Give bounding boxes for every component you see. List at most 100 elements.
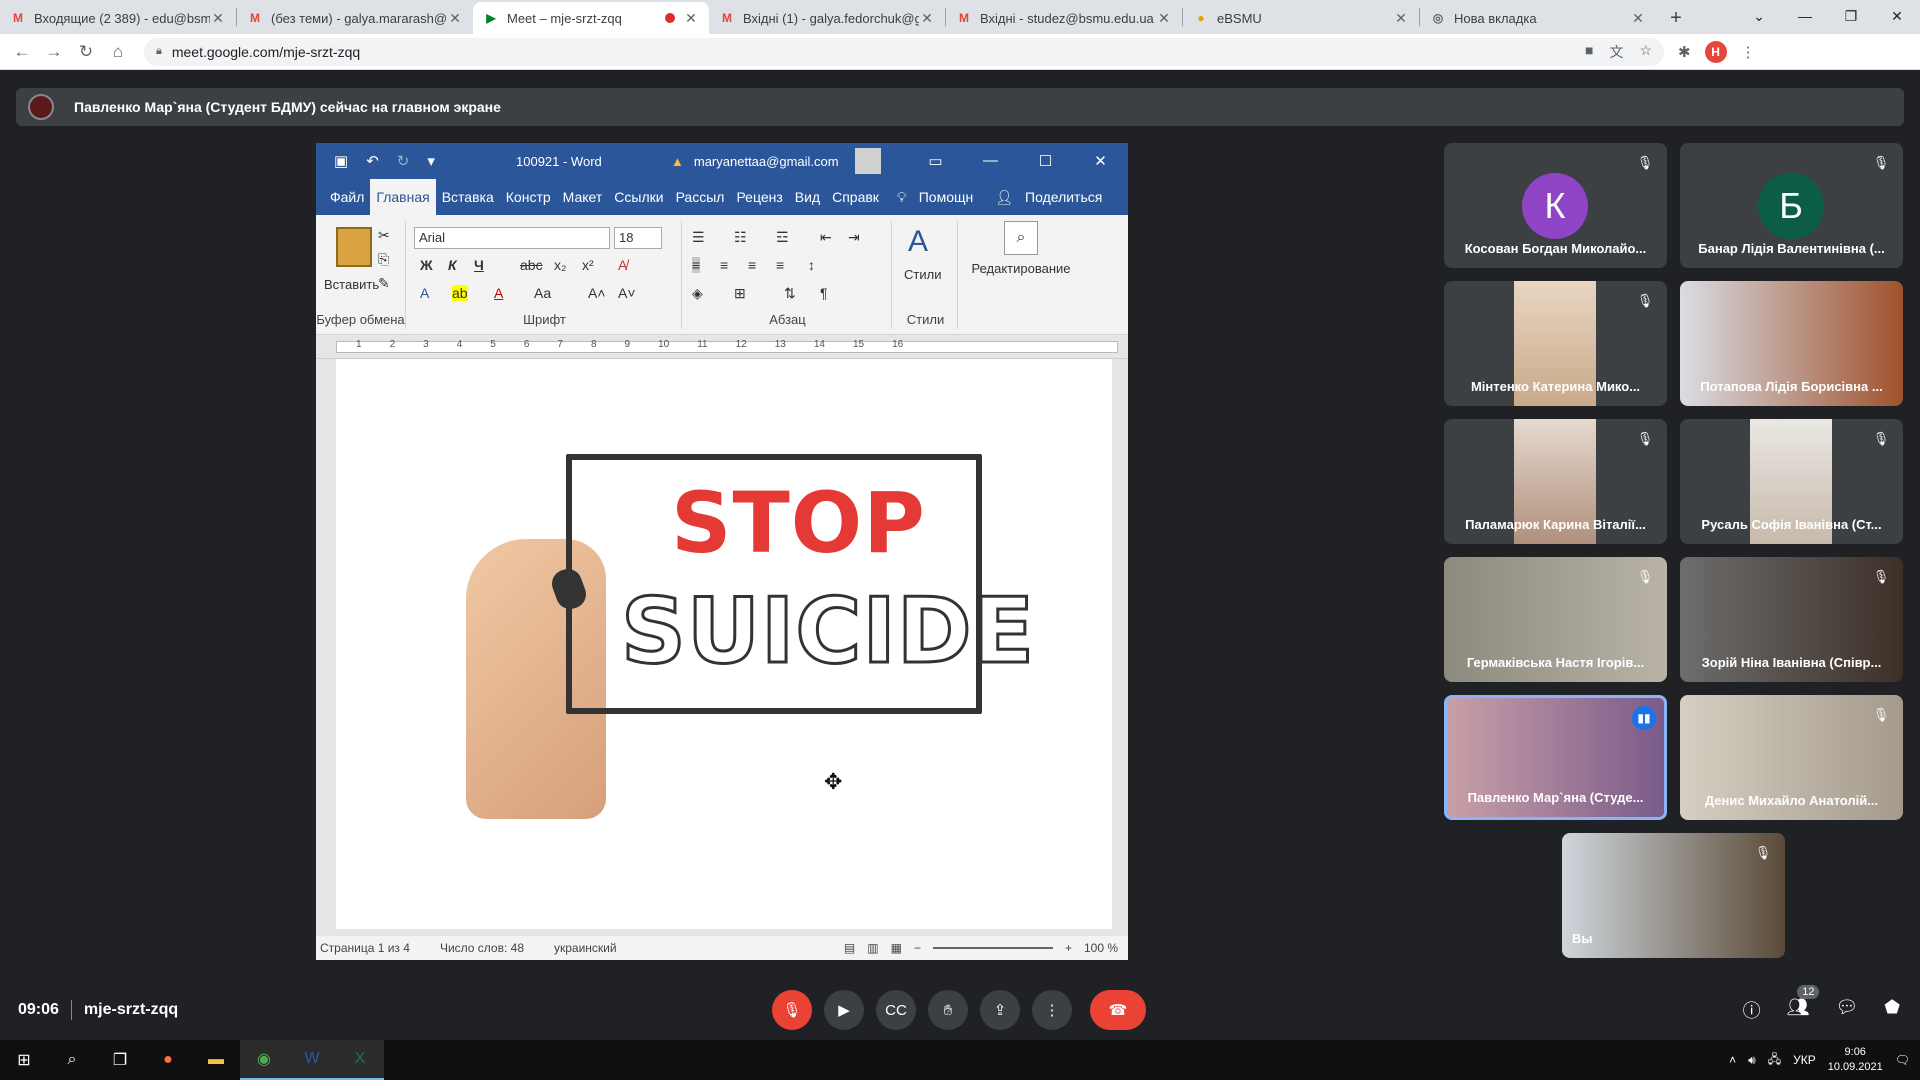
tab-design[interactable]: Констр bbox=[500, 189, 557, 205]
participant-tile-self[interactable]: 🎙︎ Вы bbox=[1562, 833, 1785, 958]
tab-insert[interactable]: Вставка bbox=[436, 189, 500, 205]
participant-tile-speaking[interactable]: ▮▮ Павленко Мар`яна (Студе... bbox=[1444, 695, 1667, 820]
reload-icon[interactable]: ↻ bbox=[70, 36, 102, 68]
align-left-icon[interactable]: ≡ bbox=[692, 257, 701, 273]
zoom-level[interactable]: 100 % bbox=[1084, 941, 1118, 955]
browser-tab-no-subject[interactable]: M (без теми) - galya.mararash@bs ✕ bbox=[237, 2, 473, 34]
participant-tile[interactable]: 🎙︎ Русаль Софія Іванівна (Ст... bbox=[1680, 419, 1903, 544]
undo-icon[interactable]: ↶ bbox=[366, 152, 379, 170]
borders-icon[interactable]: ⊞ bbox=[734, 285, 746, 302]
print-layout-icon[interactable]: ▥ bbox=[867, 941, 878, 955]
participant-tile[interactable]: Потапова Лідія Борисівна ... bbox=[1680, 281, 1903, 406]
participant-tile[interactable]: 🎙︎ Паламарюк Карина Віталії... bbox=[1444, 419, 1667, 544]
tell-me-search[interactable]: Помощн bbox=[913, 189, 980, 205]
participant-tile[interactable]: 🎙︎ Денис Михайло Анатолій... bbox=[1680, 695, 1903, 820]
tab-view[interactable]: Вид bbox=[789, 189, 826, 205]
minimize-icon[interactable]: — bbox=[963, 152, 1018, 170]
mic-off-button[interactable]: 🎙︎ bbox=[772, 990, 812, 1030]
font-color-icon[interactable]: A bbox=[494, 285, 503, 301]
tab-help[interactable]: Справк bbox=[826, 189, 885, 205]
close-icon[interactable]: ✕ bbox=[210, 10, 226, 27]
shading-icon[interactable]: ◈ bbox=[692, 285, 703, 302]
camera-button[interactable]: ▶ bbox=[824, 990, 864, 1030]
close-icon[interactable]: ✕ bbox=[1630, 10, 1646, 27]
new-tab-button[interactable]: + bbox=[1656, 2, 1696, 34]
task-view-icon[interactable]: ❐ bbox=[96, 1040, 144, 1080]
styles-button[interactable]: Стили bbox=[904, 267, 941, 282]
tab-references[interactable]: Ссылки bbox=[608, 189, 669, 205]
close-icon[interactable]: ✕ bbox=[683, 10, 699, 27]
meeting-details-icon[interactable]: ⓘ bbox=[1743, 997, 1761, 1023]
lock-icon[interactable]: 🔒︎ bbox=[156, 45, 162, 58]
close-icon[interactable]: ✕ bbox=[1156, 10, 1172, 27]
search-icon[interactable]: ⌕ bbox=[48, 1040, 96, 1080]
system-clock[interactable]: 9:06 10.09.2021 bbox=[1828, 1045, 1883, 1075]
zoom-out-icon[interactable]: − bbox=[914, 941, 921, 955]
superscript-icon[interactable]: x² bbox=[582, 257, 594, 273]
zoom-slider[interactable] bbox=[932, 947, 1053, 949]
styles-icon[interactable]: A bbox=[908, 225, 928, 259]
tab-file[interactable]: Файл bbox=[324, 189, 370, 205]
browser-tab-inbox-studez[interactable]: M Вхідні - studez@bsmu.edu.ua - ✕ bbox=[946, 2, 1182, 34]
grow-font-icon[interactable]: A˄ bbox=[588, 285, 606, 301]
volume-icon[interactable]: 🔊︎ bbox=[1748, 1053, 1756, 1068]
language-indicator[interactable]: украинский bbox=[554, 941, 617, 955]
close-icon[interactable]: ✕ bbox=[1073, 152, 1128, 170]
bullets-icon[interactable]: ☰ bbox=[692, 229, 705, 246]
italic-icon[interactable]: К bbox=[448, 257, 457, 273]
align-right-icon[interactable]: ≡ bbox=[748, 257, 756, 273]
zoom-in-icon[interactable]: + bbox=[1065, 941, 1072, 955]
tab-search-icon[interactable]: ⌄ bbox=[1736, 0, 1782, 32]
font-name-select[interactable]: Arial bbox=[414, 227, 610, 249]
network-icon[interactable]: 🖧 bbox=[1768, 1050, 1781, 1071]
maximize-icon[interactable]: ❐ bbox=[1828, 0, 1874, 32]
numbering-icon[interactable]: ☷ bbox=[734, 229, 747, 246]
horizontal-ruler[interactable]: 1 2 3 4 5 6 7 8 9 10 11 12 13 14 15 16 bbox=[316, 335, 1128, 359]
justify-icon[interactable]: ≡ bbox=[776, 257, 784, 273]
format-painter-icon[interactable]: ✎ bbox=[378, 275, 390, 292]
user-avatar[interactable] bbox=[854, 148, 881, 174]
shrink-font-icon[interactable]: A˅ bbox=[618, 285, 636, 301]
notifications-icon[interactable]: 🗨︎ bbox=[1895, 1053, 1910, 1067]
browser-tab-meet[interactable]: ▶ Meet – mje-srzt-zqq ✕ bbox=[473, 2, 709, 34]
word-icon[interactable]: W bbox=[288, 1040, 336, 1080]
redo-icon[interactable]: ↻ bbox=[397, 152, 410, 170]
paste-button[interactable]: Вставить bbox=[324, 277, 379, 292]
lightbulb-icon[interactable]: 💡︎ bbox=[891, 189, 913, 206]
bookmark-star-icon[interactable]: ☆ bbox=[1639, 42, 1652, 62]
clear-format-icon[interactable]: A̸ bbox=[618, 257, 627, 273]
excel-icon[interactable]: X bbox=[336, 1040, 384, 1080]
bold-icon[interactable]: Ж bbox=[420, 257, 433, 273]
chrome-icon[interactable]: ◉ bbox=[240, 1040, 288, 1080]
customize-qa-icon[interactable]: ▾ bbox=[427, 152, 435, 170]
menu-icon[interactable]: ⋮ bbox=[1741, 43, 1756, 61]
strikethrough-icon[interactable]: abc bbox=[520, 257, 543, 273]
participant-tile[interactable]: 🎙︎ Гермаківська Настя Ігорів... bbox=[1444, 557, 1667, 682]
translate-icon[interactable]: 文 bbox=[1609, 42, 1623, 62]
browser-tab-ebsmu[interactable]: ● eBSMU ✕ bbox=[1183, 2, 1419, 34]
multilevel-list-icon[interactable]: ☲ bbox=[776, 229, 789, 246]
word-count[interactable]: Число слов: 48 bbox=[440, 941, 524, 955]
browser-tab-inbox-edu[interactable]: M Входящие (2 389) - edu@bsmu. ✕ bbox=[0, 2, 236, 34]
warning-icon[interactable]: ▲ bbox=[671, 154, 684, 169]
maximize-icon[interactable]: ☐ bbox=[1018, 152, 1073, 170]
page-count[interactable]: Страница 1 из 4 bbox=[320, 941, 410, 955]
font-size-select[interactable]: 18 bbox=[614, 227, 662, 249]
participant-tile[interactable]: 🎙︎ Мінтенко Катерина Мико... bbox=[1444, 281, 1667, 406]
subscript-icon[interactable]: x₂ bbox=[554, 257, 566, 273]
tab-mailings[interactable]: Рассыл bbox=[670, 189, 731, 205]
save-icon[interactable]: ▣ bbox=[334, 152, 348, 170]
minimize-icon[interactable]: — bbox=[1782, 0, 1828, 32]
present-button[interactable]: ⇪ bbox=[980, 990, 1020, 1030]
change-case-icon[interactable]: Aa bbox=[534, 285, 551, 301]
increase-indent-icon[interactable]: ⇥ bbox=[848, 229, 860, 246]
file-explorer-icon[interactable]: ▬ bbox=[192, 1040, 240, 1080]
ribbon-display-icon[interactable]: ▭ bbox=[908, 152, 963, 170]
windows-start-icon[interactable]: ⊞ bbox=[0, 1040, 48, 1080]
share-icon[interactable]: 👤︎ bbox=[989, 189, 1019, 206]
close-icon[interactable]: ✕ bbox=[447, 10, 463, 27]
decrease-indent-icon[interactable]: ⇤ bbox=[820, 229, 832, 246]
more-options-button[interactable]: ⋮ bbox=[1032, 990, 1072, 1030]
tab-review[interactable]: Реценз bbox=[730, 189, 788, 205]
browser-tab-inbox-fedorchuk[interactable]: M Вхідні (1) - galya.fedorchuk@gm ✕ bbox=[709, 2, 945, 34]
